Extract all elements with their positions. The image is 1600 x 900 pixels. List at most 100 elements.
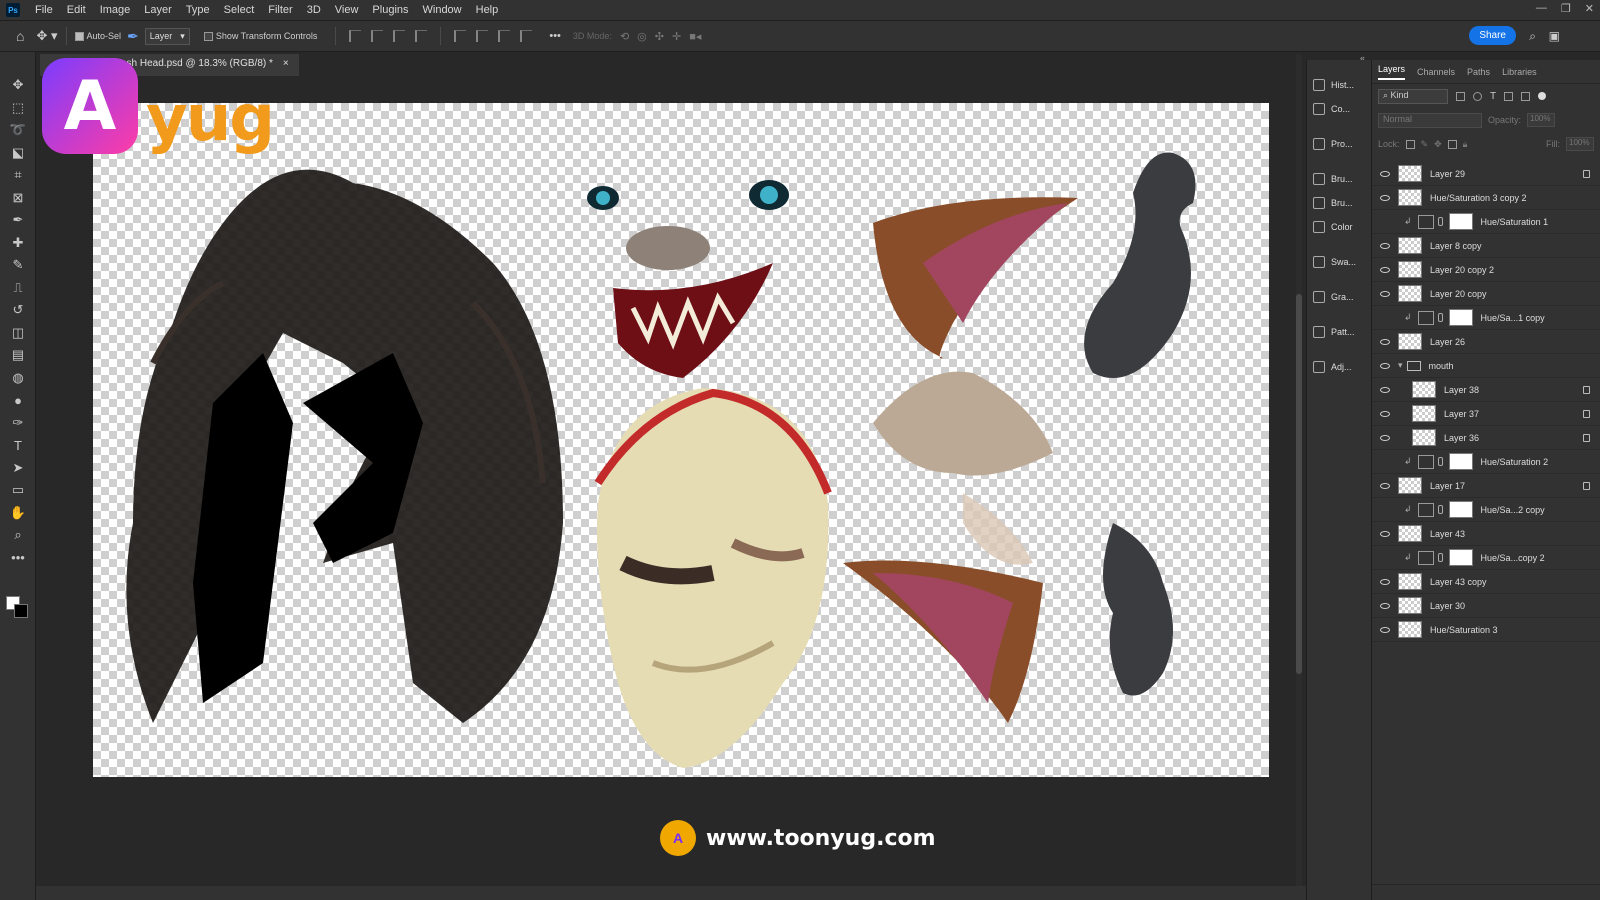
filter-adjustment-icon[interactable] [1473, 91, 1482, 101]
layer-row[interactable]: Layer 37 [1372, 402, 1600, 426]
visibility-eye-icon[interactable] [1380, 459, 1390, 465]
layer-thumbnail[interactable] [1398, 237, 1422, 254]
layer-row[interactable]: Layer 36 [1372, 426, 1600, 450]
gradient-tool-icon[interactable]: ▤ [9, 346, 27, 364]
menu-layer[interactable]: Layer [137, 4, 179, 16]
filter-type-icon[interactable]: T [1490, 91, 1496, 102]
show-transform-controls-checkbox[interactable]: Show Transform Controls [203, 31, 317, 41]
menu-window[interactable]: Window [416, 4, 469, 16]
lock-transparent-icon[interactable] [1405, 139, 1415, 149]
lock-artboard-icon[interactable] [1447, 139, 1457, 149]
layer-thumbnail[interactable] [1412, 381, 1436, 398]
tab-paths[interactable]: Paths [1467, 67, 1490, 77]
visibility-eye-icon[interactable] [1380, 602, 1390, 609]
hand-tool-icon[interactable]: ✋ [9, 504, 27, 522]
layer-thumbnail[interactable] [1398, 477, 1422, 494]
menu-type[interactable]: Type [179, 4, 217, 16]
visibility-eye-icon[interactable] [1380, 266, 1390, 273]
visibility-eye-icon[interactable] [1380, 555, 1390, 561]
3d-slide-icon[interactable]: ✛ [672, 30, 681, 43]
visibility-eye-icon[interactable] [1380, 194, 1390, 201]
panel-strip-history[interactable]: Hist... [1313, 74, 1369, 96]
link-chain-icon[interactable] [1437, 457, 1443, 466]
layer-row[interactable]: Layer 43 [1372, 522, 1600, 546]
layer-row[interactable]: ▾ mouth [1372, 354, 1600, 378]
align-middle-icon[interactable] [476, 30, 489, 42]
layer-row[interactable]: Layer 17 [1372, 474, 1600, 498]
crop-tool-icon[interactable]: ⌗ [9, 166, 27, 184]
visibility-eye-icon[interactable] [1380, 434, 1390, 441]
panel-strip-comments[interactable]: Co... [1313, 98, 1369, 120]
vertical-scrollbar[interactable] [1296, 54, 1302, 894]
visibility-eye-icon[interactable] [1380, 242, 1390, 249]
layer-row[interactable]: Layer 38 [1372, 378, 1600, 402]
workspace-icon[interactable]: ▣ [1549, 29, 1560, 43]
path-select-tool-icon[interactable]: ➤ [9, 459, 27, 477]
object-select-tool-icon[interactable]: ⬕ [9, 144, 27, 162]
filter-kind-dropdown[interactable]: ⌕ Kind [1378, 88, 1448, 104]
move-tool-preset-icon[interactable]: ✥ ▾ [36, 28, 57, 44]
layer-thumbnail[interactable] [1398, 261, 1422, 278]
menu-select[interactable]: Select [217, 4, 262, 16]
visibility-eye-icon[interactable] [1380, 482, 1390, 489]
menu-file[interactable]: File [28, 4, 60, 16]
menu-view[interactable]: View [328, 4, 366, 16]
panel-strip-patterns[interactable]: Patt... [1313, 321, 1369, 343]
type-tool-icon[interactable]: T [9, 436, 27, 454]
layer-thumbnail[interactable] [1412, 405, 1436, 422]
layer-row[interactable]: ↲ Hue/Sa...copy 2 [1372, 546, 1600, 570]
more-tools-icon[interactable]: ••• [9, 549, 27, 567]
layer-mask-thumbnail[interactable] [1448, 309, 1473, 326]
lock-all-icon[interactable]: 🔒︎ [1463, 139, 1468, 150]
visibility-eye-icon[interactable] [1380, 290, 1390, 297]
search-icon[interactable]: ⌕ [1529, 29, 1536, 44]
panel-strip-gradients[interactable]: Gra... [1313, 286, 1369, 308]
visibility-eye-icon[interactable] [1380, 626, 1390, 633]
menu-plugins[interactable]: Plugins [365, 4, 415, 16]
eyedropper-tool-icon[interactable]: ✒ [9, 211, 27, 229]
healing-brush-tool-icon[interactable]: ✚ [9, 234, 27, 252]
lock-position-icon[interactable]: ✥ [1434, 139, 1442, 150]
auto-select-target-dropdown[interactable]: Layer ▾ [144, 27, 190, 45]
layer-row[interactable]: Layer 20 copy 2 [1372, 258, 1600, 282]
layer-row[interactable]: ↲ Hue/Saturation 2 [1372, 450, 1600, 474]
visibility-eye-icon[interactable] [1380, 170, 1390, 177]
blend-mode-dropdown[interactable]: Normal [1378, 112, 1482, 128]
filter-shape-icon[interactable] [1504, 91, 1514, 101]
layer-row[interactable]: Hue/Saturation 3 copy 2 [1372, 186, 1600, 210]
rectangle-tool-icon[interactable]: ▭ [9, 481, 27, 499]
close-tab-icon[interactable]: × [283, 58, 289, 76]
tab-channels[interactable]: Channels [1417, 67, 1455, 77]
layer-row[interactable]: Layer 20 copy [1372, 282, 1600, 306]
align-right-icon[interactable] [393, 30, 406, 42]
link-chain-icon[interactable] [1437, 505, 1443, 514]
3d-orbit-icon[interactable]: ⟲ [620, 30, 629, 43]
tab-libraries[interactable]: Libraries [1502, 67, 1537, 77]
layer-mask-thumbnail[interactable] [1448, 501, 1473, 518]
layer-thumbnail[interactable] [1398, 621, 1422, 638]
panel-strip-brushes[interactable]: Bru... [1313, 192, 1369, 214]
layer-thumbnail[interactable] [1398, 573, 1422, 590]
layer-row[interactable]: ↲ Hue/Saturation 1 [1372, 210, 1600, 234]
layer-mask-thumbnail[interactable] [1448, 549, 1473, 566]
menu-help[interactable]: Help [469, 4, 506, 16]
background-color-swatch[interactable] [14, 604, 28, 618]
visibility-eye-icon[interactable] [1380, 410, 1390, 417]
close-icon[interactable]: ✕ [1585, 2, 1594, 15]
canvas[interactable] [93, 103, 1269, 777]
panel-strip-swatches[interactable]: Swa... [1313, 251, 1369, 273]
link-chain-icon[interactable] [1437, 553, 1443, 562]
tab-layers[interactable]: Layers [1378, 64, 1406, 80]
eraser-tool-icon[interactable]: ◫ [9, 324, 27, 342]
more-options-icon[interactable]: ••• [549, 30, 561, 42]
auto-select-checkbox[interactable]: Auto-Sel [74, 31, 121, 41]
layer-thumbnail[interactable] [1398, 189, 1422, 206]
align-justify-icon[interactable] [415, 30, 428, 42]
brush-tool-icon[interactable]: ✎ [9, 256, 27, 274]
visibility-eye-icon[interactable] [1380, 362, 1390, 369]
layer-thumbnail[interactable] [1398, 165, 1422, 182]
visibility-eye-icon[interactable] [1380, 338, 1390, 345]
distribute-icon[interactable] [520, 30, 533, 42]
panel-strip-properties[interactable]: Pro... [1313, 133, 1369, 155]
menu-3d[interactable]: 3D [300, 4, 328, 16]
